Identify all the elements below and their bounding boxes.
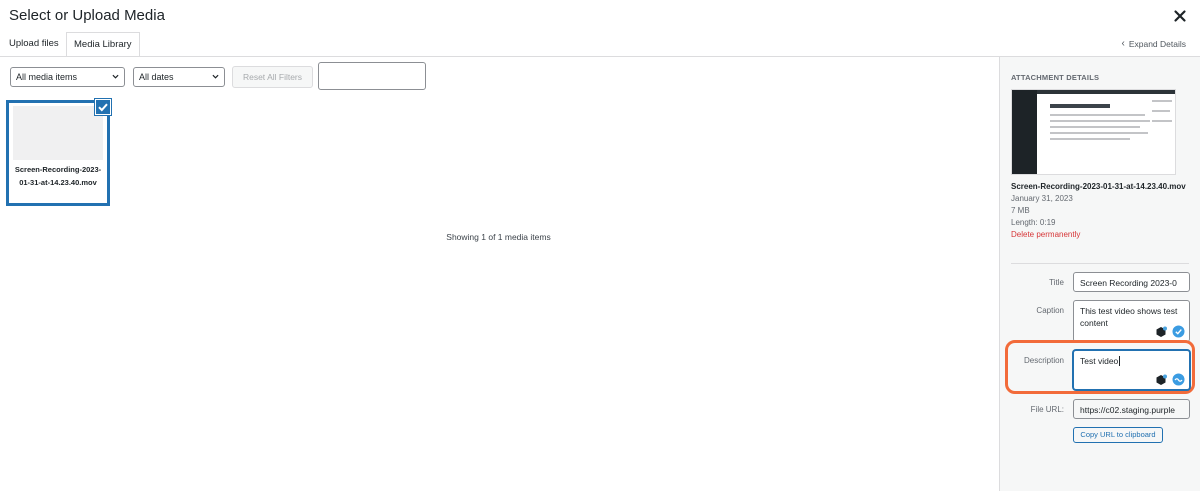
title-label: Title (1049, 278, 1064, 287)
file-url-label: File URL: (1030, 405, 1064, 414)
tab-media-library[interactable]: Media Library (66, 32, 140, 57)
detail-length: Length: 0:19 (1011, 218, 1056, 227)
selected-check-button[interactable] (95, 99, 111, 115)
media-count-status: Showing 1 of 1 media items (446, 232, 551, 242)
date-filter[interactable]: All dates (133, 67, 225, 87)
check-circle-icon[interactable] (1172, 325, 1185, 338)
attachment-details-heading: ATTACHMENT DETAILS (1011, 73, 1100, 82)
attachment-filename: Screen-Recording-2023-01-31-at-14.23.40.… (14, 165, 102, 187)
reset-filters-button[interactable]: Reset All Filters (232, 66, 313, 88)
attachment-meta: Screen-Recording-2023-01-31-at-14.23.40.… (1011, 181, 1191, 241)
description-text: Test video (1080, 356, 1119, 366)
close-button[interactable] (1172, 8, 1188, 24)
attachment-item[interactable]: Screen-Recording-2023-01-31-at-14.23.40.… (6, 99, 111, 206)
description-label: Description (1023, 356, 1064, 365)
detail-filename: Screen-Recording-2023-01-31-at-14.23.40.… (1011, 182, 1186, 191)
close-icon (1174, 10, 1186, 22)
description-field[interactable]: Test video (1073, 350, 1190, 390)
title-field[interactable]: Screen Recording 2023-0 (1073, 272, 1190, 292)
media-tabs: Upload files Media Library (0, 32, 1200, 57)
details-divider (1011, 263, 1189, 264)
caption-tools (1155, 325, 1185, 338)
grammar-tool-icon[interactable] (1155, 374, 1167, 386)
search-input[interactable] (318, 62, 426, 90)
wave-circle-icon[interactable] (1172, 373, 1185, 386)
attachment-details-sidebar: ATTACHMENT DETAILS Screen-Recording-2023… (999, 57, 1200, 491)
media-type-filter-value: All media items (16, 72, 78, 82)
video-thumbnail (13, 106, 103, 160)
attachment-preview (1011, 89, 1176, 175)
caption-label: Caption (1036, 306, 1064, 315)
expand-details-label: Expand Details (1128, 39, 1186, 49)
copy-url-button[interactable]: Copy URL to clipboard (1073, 427, 1163, 443)
file-url-field[interactable]: https://c02.staging.purple (1073, 399, 1190, 419)
detail-size: 7 MB (1011, 206, 1030, 215)
chevron-down-icon (112, 74, 119, 79)
detail-date: January 31, 2023 (1011, 194, 1073, 203)
grammar-tool-icon[interactable] (1155, 326, 1167, 338)
chevron-left-icon: ‹ (1121, 38, 1125, 49)
media-type-filter[interactable]: All media items (10, 67, 125, 87)
description-tools (1155, 373, 1185, 386)
checkmark-icon (98, 103, 108, 112)
expand-details-button[interactable]: ‹ Expand Details (1121, 36, 1186, 52)
tab-upload-files[interactable]: Upload files (0, 32, 68, 56)
date-filter-value: All dates (139, 72, 174, 82)
delete-permanently-link[interactable]: Delete permanently (1011, 229, 1191, 241)
caption-field[interactable]: This test video shows test content (1073, 300, 1190, 342)
chevron-down-icon (212, 74, 219, 79)
text-cursor (1119, 356, 1121, 366)
modal-title: Select or Upload Media (9, 7, 165, 24)
